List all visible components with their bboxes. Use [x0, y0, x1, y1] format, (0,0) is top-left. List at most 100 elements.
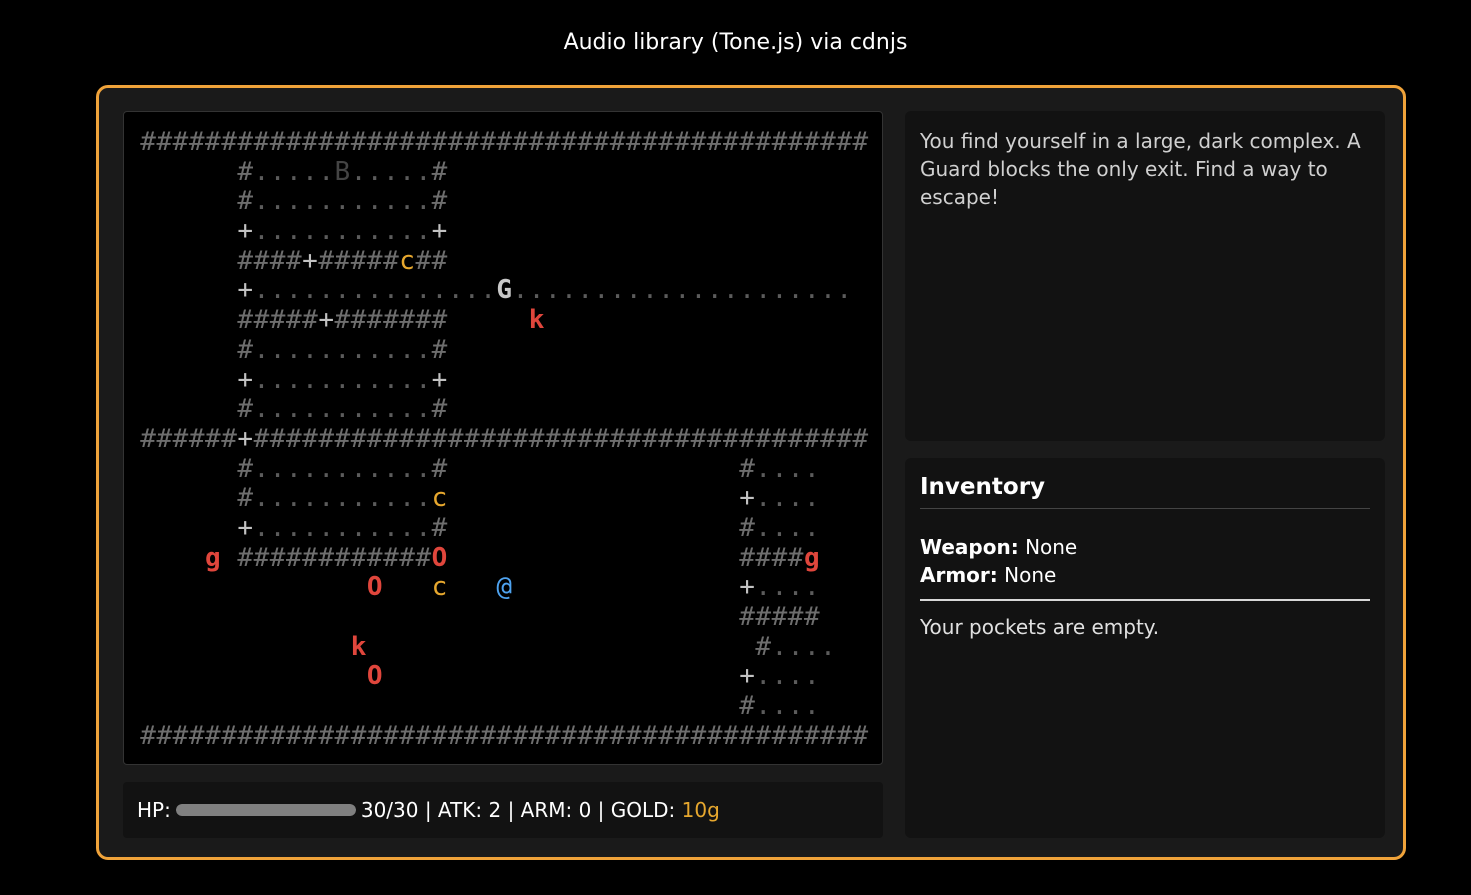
wall-tile: #	[431, 334, 448, 365]
wall-tile: #	[318, 720, 334, 751]
wall-tile: #	[820, 720, 836, 751]
wall-tile: #	[285, 542, 302, 573]
map-row: +...........+	[140, 364, 868, 396]
door-tile: +	[237, 216, 254, 247]
wall-tile: #	[302, 720, 318, 751]
player-character: @	[496, 572, 513, 603]
floor-tile: .	[755, 483, 772, 514]
wall-tile: #	[771, 542, 788, 573]
wall-tile: #	[512, 720, 529, 751]
wall-tile: #	[302, 423, 318, 454]
wall-tile: #	[285, 305, 302, 336]
wall-tile: #	[431, 512, 448, 543]
floor-tile: .	[334, 334, 351, 365]
wall-tile: #	[739, 423, 755, 454]
floor-tile: .	[285, 453, 302, 484]
floor-tile: .	[285, 394, 302, 425]
floor-tile: .	[366, 275, 383, 306]
floor-tile: .	[253, 394, 270, 425]
gold-value: 10g	[681, 798, 720, 822]
floor-tile: .	[415, 483, 432, 514]
floor-tile: .	[399, 364, 415, 395]
dungeon-map: ########################################…	[140, 127, 868, 752]
floor-tile: .	[415, 275, 432, 306]
floor-tile: .	[302, 186, 318, 217]
wall-tile: #	[480, 423, 496, 454]
wall-tile: #	[577, 423, 593, 454]
wall-tile: #	[237, 305, 254, 336]
wall-tile: #	[609, 423, 626, 454]
wall-tile: #	[302, 305, 318, 336]
wall-tile: #	[285, 720, 302, 751]
map-row: #...........#	[140, 187, 868, 217]
map-row: #####+####### k	[140, 305, 868, 336]
inventory-title: Inventory	[920, 474, 1370, 509]
floor-tile: .	[431, 275, 448, 306]
wall-tile: #	[334, 542, 351, 573]
wall-tile: #	[302, 127, 318, 157]
wall-tile: #	[334, 127, 351, 157]
wall-tile: #	[771, 720, 788, 751]
map-row: g ############O ####g	[140, 542, 868, 574]
wall-tile: #	[739, 127, 755, 157]
orc-enemy: O	[366, 572, 383, 603]
wall-tile: #	[188, 720, 205, 751]
map-row: ########################################…	[140, 720, 868, 752]
floor-tile: .	[415, 186, 432, 217]
wall-tile: #	[431, 186, 448, 217]
wall-tile: #	[431, 245, 448, 276]
floor-tile: .	[383, 334, 399, 365]
wall-tile: #	[205, 720, 221, 751]
wall-tile: #	[447, 127, 464, 157]
wall-tile: #	[528, 127, 545, 157]
wall-tile: #	[577, 127, 593, 157]
floor-tile: .	[399, 156, 415, 187]
wall-tile: #	[787, 127, 804, 157]
floor-tile: .	[302, 483, 318, 514]
wall-tile: #	[383, 127, 399, 157]
floor-tile: .	[269, 216, 286, 247]
wall-tile: #	[318, 423, 334, 454]
floor-tile: .	[803, 661, 820, 692]
floor-tile: .	[803, 453, 820, 484]
floor-tile: .	[787, 483, 804, 514]
wall-tile: #	[690, 127, 707, 157]
floor-tile: .	[787, 631, 804, 662]
weapon-line: Weapon: None	[920, 533, 1370, 561]
coin-item: c	[399, 245, 415, 276]
floor-tile: .	[561, 275, 577, 306]
wall-tile: #	[318, 245, 334, 276]
floor-tile: .	[609, 275, 626, 306]
goblin-enemy: g	[803, 542, 820, 573]
door-tile: +	[237, 364, 254, 395]
wall-tile: #	[399, 305, 415, 336]
floor-tile: .	[318, 334, 334, 365]
wall-tile: #	[140, 423, 156, 454]
floor-tile: .	[285, 364, 302, 395]
floor-tile: .	[366, 364, 383, 395]
floor-tile: .	[528, 275, 545, 306]
wall-tile: #	[269, 127, 286, 157]
wall-tile: #	[383, 305, 399, 336]
wall-tile: #	[172, 127, 189, 157]
wall-tile: #	[544, 423, 561, 454]
wall-tile: #	[399, 720, 415, 751]
wall-tile: #	[447, 720, 464, 751]
floor-tile: .	[285, 334, 302, 365]
wall-tile: #	[269, 245, 286, 276]
wall-tile: #	[431, 423, 448, 454]
wall-tile: #	[188, 127, 205, 157]
wall-tile: #	[285, 245, 302, 276]
floor-tile: .	[739, 275, 755, 306]
wall-tile: #	[480, 127, 496, 157]
floor-tile: .	[787, 572, 804, 603]
floor-tile: .	[318, 186, 334, 217]
wall-tile: #	[334, 423, 351, 454]
wall-tile: #	[609, 720, 626, 751]
floor-tile: .	[302, 512, 318, 543]
wall-tile: #	[464, 423, 480, 454]
wall-tile: #	[625, 127, 642, 157]
wall-tile: #	[415, 542, 432, 573]
floor-tile: .	[415, 512, 432, 543]
floor-tile: .	[334, 512, 351, 543]
